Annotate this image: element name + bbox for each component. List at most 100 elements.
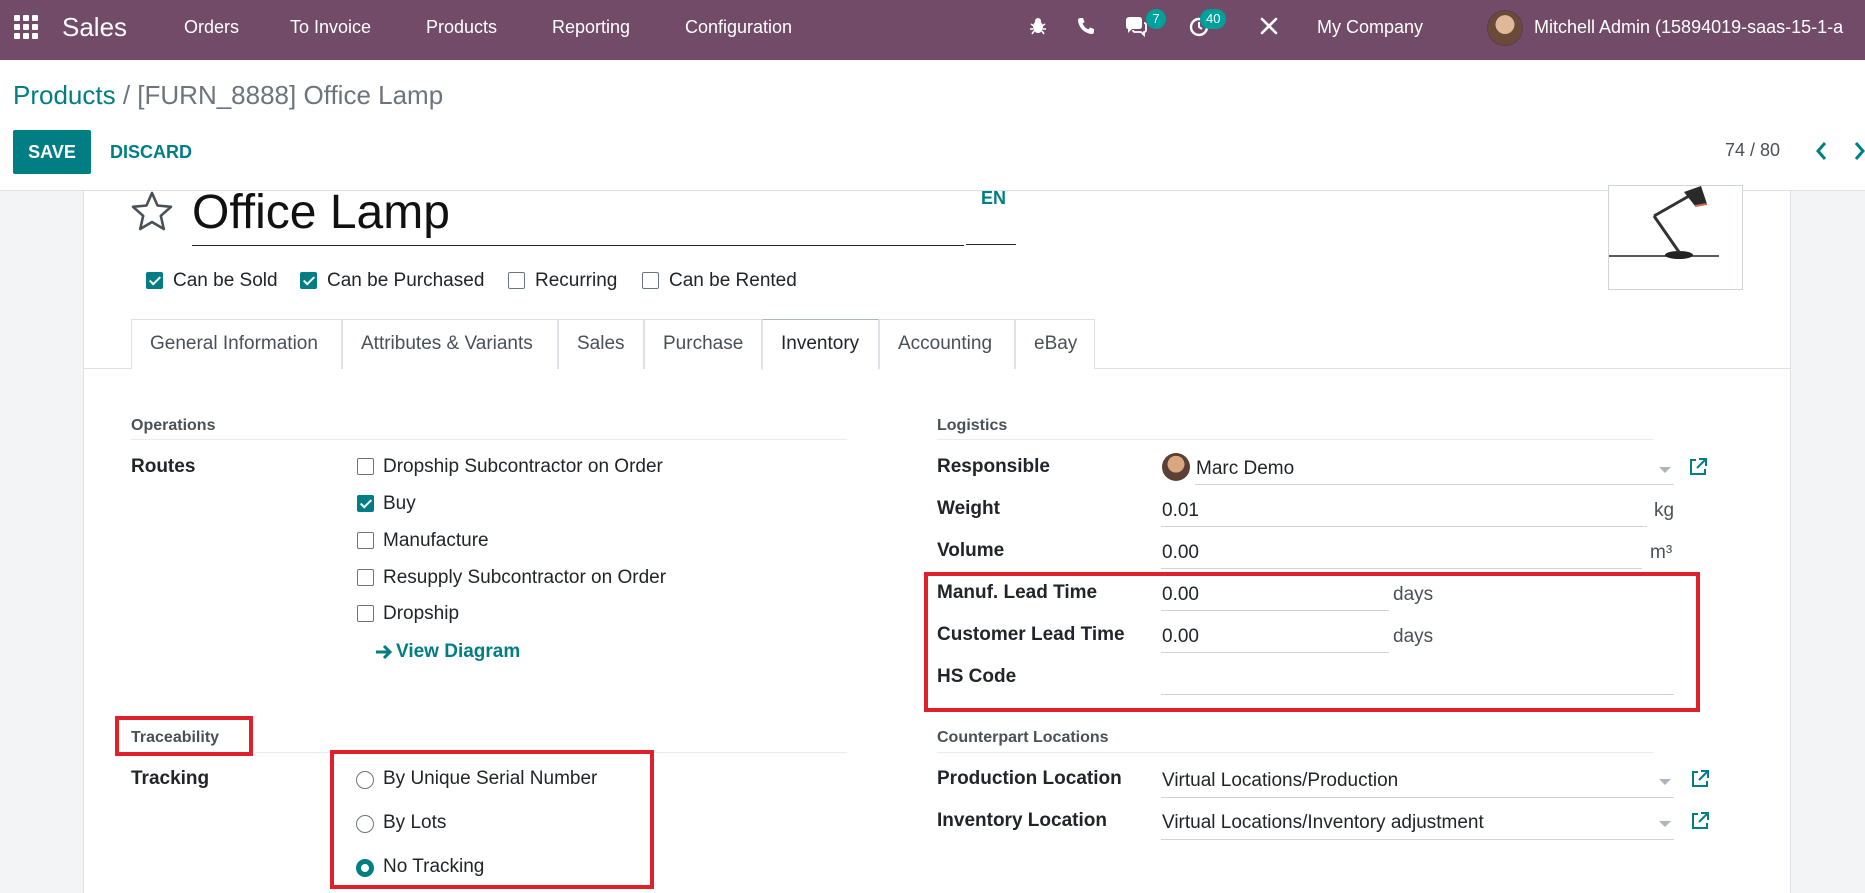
- breadcrumb-products-link[interactable]: Products: [13, 80, 116, 110]
- user-menu[interactable]: Mitchell Admin (15894019-saas-15-1-a: [1534, 0, 1843, 60]
- lamp-image-icon: [1609, 186, 1719, 259]
- production-location-label: Production Location: [937, 768, 1122, 789]
- customer-lead-time-label: Customer Lead Time: [937, 624, 1125, 645]
- language-button[interactable]: EN: [981, 188, 1006, 209]
- production-location-external-link-icon[interactable]: [1690, 769, 1710, 789]
- menu-reporting[interactable]: Reporting: [552, 0, 630, 60]
- operations-section-title: Operations: [131, 417, 216, 434]
- inventory-location-label: Inventory Location: [937, 810, 1107, 831]
- logistics-divider: [937, 439, 1653, 440]
- bug-icon[interactable]: [1028, 16, 1048, 36]
- pager-next-icon[interactable]: [1853, 140, 1865, 162]
- breadcrumb: Products / [FURN_8888] Office Lamp: [13, 80, 443, 111]
- hs-code-label: HS Code: [937, 666, 1017, 687]
- traceability-section-title: Traceability: [131, 729, 220, 746]
- tab-purchase[interactable]: Purchase: [644, 319, 762, 369]
- inventory-location-underline: [1161, 839, 1674, 840]
- responsible-value[interactable]: Marc Demo: [1196, 458, 1294, 480]
- manuf-lead-time-input[interactable]: 0.00: [1162, 584, 1199, 606]
- inventory-location-value[interactable]: Virtual Locations/Inventory adjustment: [1162, 812, 1484, 834]
- user-avatar[interactable]: [1487, 10, 1523, 46]
- responsible-dropdown-caret[interactable]: [1659, 467, 1671, 473]
- save-button[interactable]: SAVE: [13, 130, 91, 174]
- responsible-label: Responsible: [937, 456, 1050, 477]
- tracking-serial-label[interactable]: By Unique Serial Number: [383, 768, 597, 790]
- recurring-label[interactable]: Recurring: [535, 270, 617, 292]
- tab-attributes-variants[interactable]: Attributes & Variants: [342, 319, 558, 369]
- menu-orders[interactable]: Orders: [184, 0, 239, 60]
- can-be-sold-checkbox[interactable]: [146, 272, 163, 289]
- discard-button[interactable]: DISCARD: [110, 130, 192, 174]
- top-navbar: Sales Orders To Invoice Products Reporti…: [0, 0, 1865, 60]
- route-dropship-subcontractor-label[interactable]: Dropship Subcontractor on Order: [383, 456, 663, 478]
- route-dropship-checkbox[interactable]: [357, 605, 374, 622]
- phone-icon[interactable]: [1076, 16, 1096, 36]
- menu-products[interactable]: Products: [426, 0, 497, 60]
- responsible-avatar: [1162, 453, 1190, 481]
- recurring-checkbox[interactable]: [508, 272, 525, 289]
- view-diagram-link[interactable]: View Diagram: [396, 641, 520, 663]
- tab-inventory[interactable]: Inventory: [762, 319, 879, 370]
- can-be-sold-label[interactable]: Can be Sold: [173, 270, 278, 292]
- weight-label: Weight: [937, 498, 1000, 519]
- volume-input[interactable]: 0.00: [1162, 542, 1199, 564]
- operations-divider: [131, 439, 847, 440]
- tab-sales[interactable]: Sales: [558, 319, 644, 369]
- tools-icon[interactable]: [1259, 16, 1279, 36]
- route-manufacture-label[interactable]: Manufacture: [383, 530, 489, 552]
- arrow-right-icon: [376, 644, 393, 660]
- menu-to-invoice[interactable]: To Invoice: [290, 0, 371, 60]
- product-name-input[interactable]: Office Lamp: [192, 188, 964, 246]
- route-dropship-subcontractor-checkbox[interactable]: [357, 458, 374, 475]
- messages-icon[interactable]: [1124, 16, 1148, 38]
- production-location-underline: [1161, 797, 1674, 798]
- pager-value[interactable]: 74 / 80: [1725, 140, 1780, 161]
- route-dropship-label[interactable]: Dropship: [383, 603, 459, 625]
- weight-unit: kg: [1654, 500, 1675, 521]
- tracking-serial-radio[interactable]: [356, 771, 374, 789]
- company-switcher[interactable]: My Company: [1317, 0, 1423, 60]
- tracking-lots-label[interactable]: By Lots: [383, 812, 446, 834]
- favorite-star-icon[interactable]: [130, 190, 174, 232]
- inventory-location-dropdown-caret[interactable]: [1659, 821, 1671, 827]
- breadcrumb-separator: /: [115, 80, 138, 110]
- can-be-purchased-label[interactable]: Can be Purchased: [327, 270, 484, 292]
- counterpart-divider: [937, 752, 1653, 753]
- route-resupply-subcontractor-checkbox[interactable]: [357, 569, 374, 586]
- volume-underline: [1161, 568, 1642, 569]
- responsible-external-link-icon[interactable]: [1688, 457, 1708, 477]
- volume-unit: m³: [1650, 542, 1673, 563]
- route-buy-label[interactable]: Buy: [383, 493, 416, 515]
- tab-general-information[interactable]: General Information: [131, 319, 342, 369]
- tracking-none-radio[interactable]: [356, 859, 374, 877]
- weight-input[interactable]: 0.01: [1162, 500, 1199, 522]
- activities-badge: 40: [1200, 9, 1227, 29]
- breadcrumb-current: [FURN_8888] Office Lamp: [137, 80, 444, 110]
- logistics-section-title: Logistics: [937, 417, 1008, 434]
- production-location-value[interactable]: Virtual Locations/Production: [1162, 770, 1398, 792]
- apps-menu-icon[interactable]: [14, 15, 38, 39]
- product-image[interactable]: [1608, 185, 1743, 290]
- route-buy-checkbox[interactable]: [357, 495, 374, 512]
- app-name[interactable]: Sales: [62, 0, 127, 60]
- route-resupply-subcontractor-label[interactable]: Resupply Subcontractor on Order: [383, 567, 666, 589]
- customer-lead-time-input[interactable]: 0.00: [1162, 626, 1199, 648]
- volume-label: Volume: [937, 540, 1005, 561]
- messages-badge: 7: [1146, 9, 1166, 29]
- manuf-lead-time-label: Manuf. Lead Time: [937, 582, 1098, 603]
- can-be-rented-checkbox[interactable]: [642, 272, 659, 289]
- routes-label: Routes: [131, 456, 196, 477]
- can-be-rented-label[interactable]: Can be Rented: [669, 270, 797, 292]
- tab-ebay[interactable]: eBay: [1015, 319, 1095, 369]
- tracking-lots-radio[interactable]: [356, 815, 374, 833]
- menu-configuration[interactable]: Configuration: [685, 0, 792, 60]
- route-manufacture-checkbox[interactable]: [357, 532, 374, 549]
- pager-previous-icon[interactable]: [1814, 140, 1828, 162]
- hs-code-underline: [1161, 694, 1674, 695]
- tracking-none-label[interactable]: No Tracking: [383, 856, 484, 878]
- responsible-underline: [1195, 484, 1674, 485]
- production-location-dropdown-caret[interactable]: [1659, 779, 1671, 785]
- tab-accounting[interactable]: Accounting: [879, 319, 1015, 369]
- inventory-location-external-link-icon[interactable]: [1690, 811, 1710, 831]
- can-be-purchased-checkbox[interactable]: [300, 272, 317, 289]
